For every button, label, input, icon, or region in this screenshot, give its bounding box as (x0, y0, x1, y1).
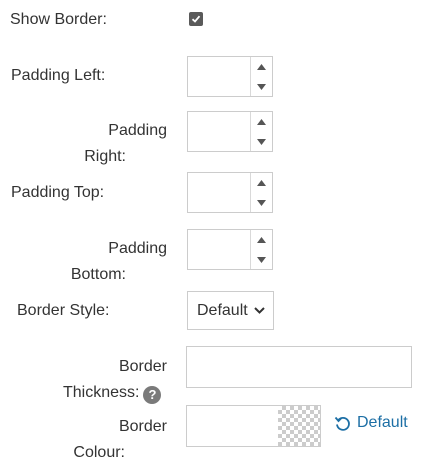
spin-down-icon[interactable] (251, 250, 272, 269)
colour-swatch[interactable] (278, 406, 320, 446)
border-colour-label-line1: Border (118, 418, 167, 435)
border-thickness-label-line2: Thickness: (63, 384, 140, 401)
padding-right-stepper (187, 111, 273, 152)
spin-down-icon[interactable] (251, 132, 272, 151)
border-colour-default-link[interactable]: Default (334, 414, 408, 432)
padding-bottom-label-line2: Bottom: (70, 266, 126, 283)
border-style-label: Border Style: (17, 302, 110, 319)
border-colour-default-label: Default (357, 414, 408, 431)
padding-bottom-input[interactable] (188, 230, 250, 269)
border-thickness-label-line1: Border (118, 358, 167, 375)
help-icon[interactable]: ? (143, 386, 162, 404)
padding-bottom-label-line1: Padding (108, 240, 167, 257)
spin-up-icon[interactable] (251, 230, 272, 249)
padding-bottom-stepper (187, 229, 273, 270)
padding-right-label-line1: Padding (108, 122, 167, 139)
spin-up-icon[interactable] (251, 57, 272, 76)
padding-top-label: Padding Top: (11, 184, 105, 201)
padding-left-stepper (187, 56, 273, 97)
spin-down-icon[interactable] (251, 77, 272, 96)
padding-left-input[interactable] (188, 57, 250, 96)
padding-right-input[interactable] (188, 112, 250, 151)
border-thickness-input[interactable] (186, 346, 412, 388)
border-style-selected-value: Default (197, 301, 248, 319)
border-style-select[interactable]: Default (187, 291, 274, 330)
border-colour-field[interactable] (186, 405, 321, 447)
border-thickness-label-line2-wrap: Thickness:? (63, 380, 162, 406)
padding-right-label-line2: Right: (84, 148, 126, 165)
padding-top-input[interactable] (188, 173, 250, 212)
padding-left-label: Padding Left: (11, 67, 106, 84)
padding-top-stepper (187, 172, 273, 213)
spin-up-icon[interactable] (251, 173, 272, 192)
reset-icon (334, 416, 350, 431)
border-colour-label-line2: Colour: (73, 444, 125, 461)
spin-down-icon[interactable] (251, 193, 272, 212)
chevron-down-icon (253, 307, 265, 314)
spin-up-icon[interactable] (251, 112, 272, 131)
show-border-label: Show Border: (10, 11, 107, 28)
check-icon (191, 15, 201, 23)
show-border-checkbox[interactable] (189, 12, 203, 26)
